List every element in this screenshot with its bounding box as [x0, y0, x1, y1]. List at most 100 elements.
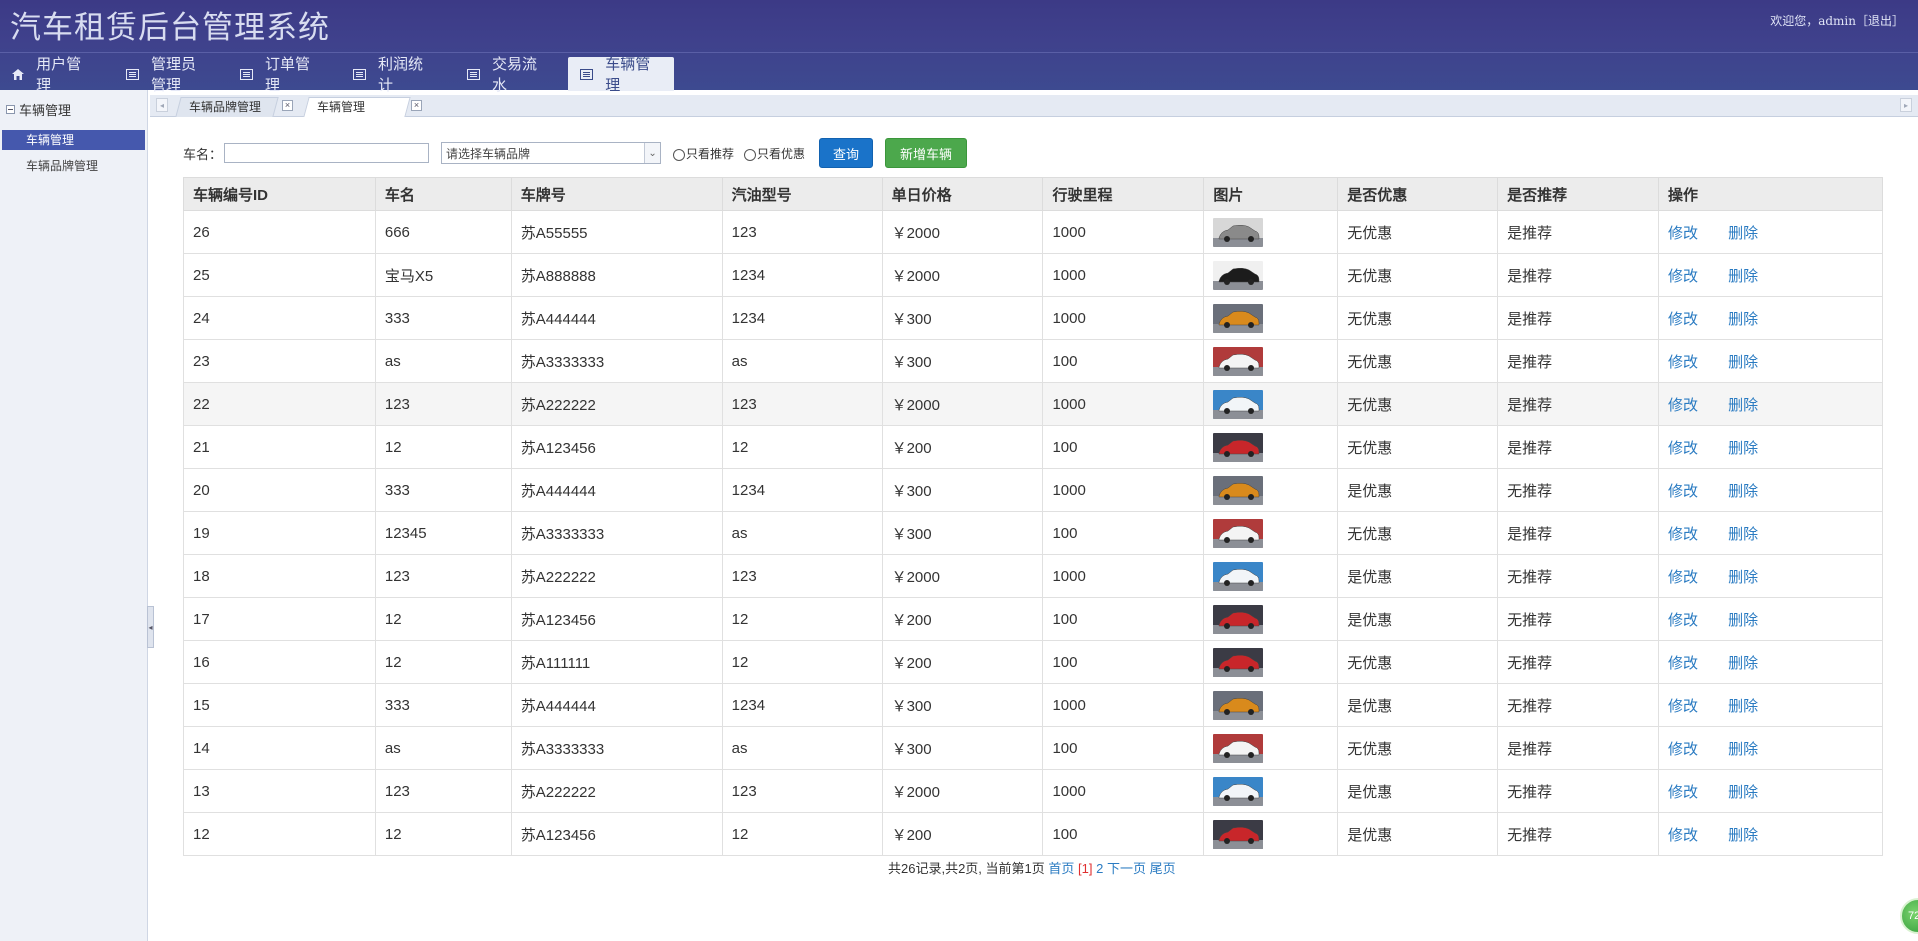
car-thumbnail[interactable]: [1213, 776, 1337, 806]
table-row: 24 333 苏A444444 1234 ￥300 1000 无优惠 是推荐 修改 删除: [183, 296, 1883, 340]
delete-link[interactable]: 删除: [1728, 569, 1758, 586]
cell-price: ￥300: [881, 339, 1044, 383]
cell-id: 25: [183, 253, 376, 297]
pager-first[interactable]: 首页: [1048, 861, 1074, 876]
edit-link[interactable]: 修改: [1668, 483, 1698, 500]
edit-link[interactable]: 修改: [1668, 698, 1698, 715]
car-thumbnail[interactable]: [1213, 647, 1337, 677]
header-user-info: 欢迎您，admin［退出］: [1770, 12, 1904, 29]
car-thumbnail[interactable]: [1213, 389, 1337, 419]
cell-image: [1203, 210, 1339, 254]
content-tab-brand-management[interactable]: 车辆品牌管理: [175, 97, 279, 117]
cell-discount: 无优惠: [1337, 253, 1499, 297]
vehicle-table: 车辆编号ID 车名 车牌号 汽油型号 单日价格 行驶里程 图片 是否优惠 是否推荐 操作 26 66…: [183, 177, 1883, 856]
brand-select[interactable]: 请选择车辆品牌 ⌄: [441, 142, 662, 164]
nav-tab-5[interactable]: 车辆管理: [568, 56, 674, 94]
edit-link[interactable]: 修改: [1668, 526, 1698, 543]
cell-mileage: 100: [1042, 640, 1205, 684]
car-thumbnail[interactable]: [1213, 303, 1337, 333]
nav-tab-1[interactable]: 管理员管理: [114, 56, 222, 94]
edit-link[interactable]: 修改: [1668, 225, 1698, 242]
delete-link[interactable]: 删除: [1728, 354, 1758, 371]
car-thumbnail[interactable]: [1213, 561, 1337, 591]
list-icon: [353, 68, 366, 80]
car-thumbnail[interactable]: [1213, 475, 1337, 505]
floating-badge[interactable]: 72: [1900, 898, 1918, 934]
sidebar-collapse-handle[interactable]: ◂: [147, 606, 154, 648]
car-thumbnail[interactable]: [1213, 518, 1337, 548]
edit-link[interactable]: 修改: [1668, 268, 1698, 285]
sidebar-item-0[interactable]: 车辆管理: [2, 130, 145, 150]
car-thumbnail[interactable]: [1213, 690, 1337, 720]
cell-fuel: 1234: [721, 468, 883, 512]
car-thumbnail[interactable]: [1213, 819, 1337, 849]
sidebar-header[interactable]: 车辆管理: [0, 90, 147, 128]
edit-link[interactable]: 修改: [1668, 440, 1698, 457]
edit-link[interactable]: 修改: [1668, 784, 1698, 801]
delete-link[interactable]: 删除: [1728, 827, 1758, 844]
car-thumbnail[interactable]: [1213, 346, 1337, 376]
column-header: 是否推荐: [1497, 177, 1660, 211]
content-tab-vehicle-management[interactable]: 车辆管理: [303, 97, 411, 117]
car-thumbnail[interactable]: [1213, 733, 1337, 763]
close-tab-icon[interactable]: ×: [282, 100, 293, 111]
only-recommend-label: 只看推荐: [686, 146, 735, 161]
home-icon: [12, 68, 25, 80]
nav-tab-4[interactable]: 交易流水: [455, 56, 555, 94]
edit-link[interactable]: 修改: [1668, 311, 1698, 328]
logout-link[interactable]: ［退出］: [1856, 14, 1904, 28]
query-button[interactable]: 查询: [819, 138, 874, 168]
pager-last[interactable]: 尾页: [1150, 861, 1176, 876]
cell-plate: 苏A55555: [510, 210, 723, 254]
car-thumbnail[interactable]: [1213, 260, 1337, 290]
delete-link[interactable]: 删除: [1728, 397, 1758, 414]
edit-link[interactable]: 修改: [1668, 827, 1698, 844]
car-thumbnail[interactable]: [1213, 604, 1337, 634]
cell-discount: 无优惠: [1337, 511, 1499, 555]
delete-link[interactable]: 删除: [1728, 225, 1758, 242]
cell-id: 16: [183, 640, 376, 684]
delete-link[interactable]: 删除: [1728, 526, 1758, 543]
cell-price: ￥2000: [881, 382, 1044, 426]
car-thumbnail[interactable]: [1213, 217, 1337, 247]
only-discount-radio[interactable]: 只看优惠: [744, 145, 805, 162]
delete-link[interactable]: 删除: [1728, 741, 1758, 758]
delete-link[interactable]: 删除: [1728, 698, 1758, 715]
tab-scroll-right-icon[interactable]: ▸: [1900, 98, 1912, 112]
edit-link[interactable]: 修改: [1668, 655, 1698, 672]
nav-tab-3[interactable]: 利润统计: [341, 56, 441, 94]
add-vehicle-button[interactable]: 新增车辆: [885, 138, 968, 168]
edit-link[interactable]: 修改: [1668, 354, 1698, 371]
nav-tab-0[interactable]: 用户管理: [0, 56, 100, 94]
only-recommend-radio[interactable]: 只看推荐: [673, 145, 734, 162]
cell-price: ￥200: [881, 597, 1044, 641]
cell-discount: 无优惠: [1337, 296, 1499, 340]
car-thumbnail[interactable]: [1213, 432, 1337, 462]
delete-link[interactable]: 删除: [1728, 268, 1758, 285]
delete-link[interactable]: 删除: [1728, 655, 1758, 672]
table-row: 26 666 苏A55555 123 ￥2000 1000 无优惠 是推荐 修改 删除: [183, 210, 1883, 254]
delete-link[interactable]: 删除: [1728, 612, 1758, 629]
edit-link[interactable]: 修改: [1668, 612, 1698, 629]
cell-recommend: 是推荐: [1497, 339, 1660, 383]
table-row: 17 12 苏A123456 12 ￥200 100 是优惠 无推荐 修改 删除: [183, 597, 1883, 641]
delete-link[interactable]: 删除: [1728, 483, 1758, 500]
cell-fuel: 123: [721, 554, 883, 598]
cell-name: 12: [374, 812, 512, 856]
edit-link[interactable]: 修改: [1668, 741, 1698, 758]
sidebar-item-1[interactable]: 车辆品牌管理: [2, 156, 145, 176]
car-name-input[interactable]: [224, 143, 430, 163]
pager-summary: 共26记录,共2页, 当前第1页: [888, 861, 1045, 876]
delete-link[interactable]: 删除: [1728, 311, 1758, 328]
edit-link[interactable]: 修改: [1668, 397, 1698, 414]
close-tab-icon[interactable]: ×: [411, 100, 422, 111]
delete-link[interactable]: 删除: [1728, 784, 1758, 801]
cell-recommend: 无推荐: [1497, 812, 1660, 856]
nav-tab-2[interactable]: 订单管理: [228, 56, 328, 94]
cell-name: as: [374, 339, 512, 383]
delete-link[interactable]: 删除: [1728, 440, 1758, 457]
edit-link[interactable]: 修改: [1668, 569, 1698, 586]
pager-next[interactable]: 下一页: [1107, 861, 1146, 876]
tab-scroll-left-icon[interactable]: ◂: [156, 98, 168, 112]
pager-page-2[interactable]: 2: [1096, 861, 1103, 876]
